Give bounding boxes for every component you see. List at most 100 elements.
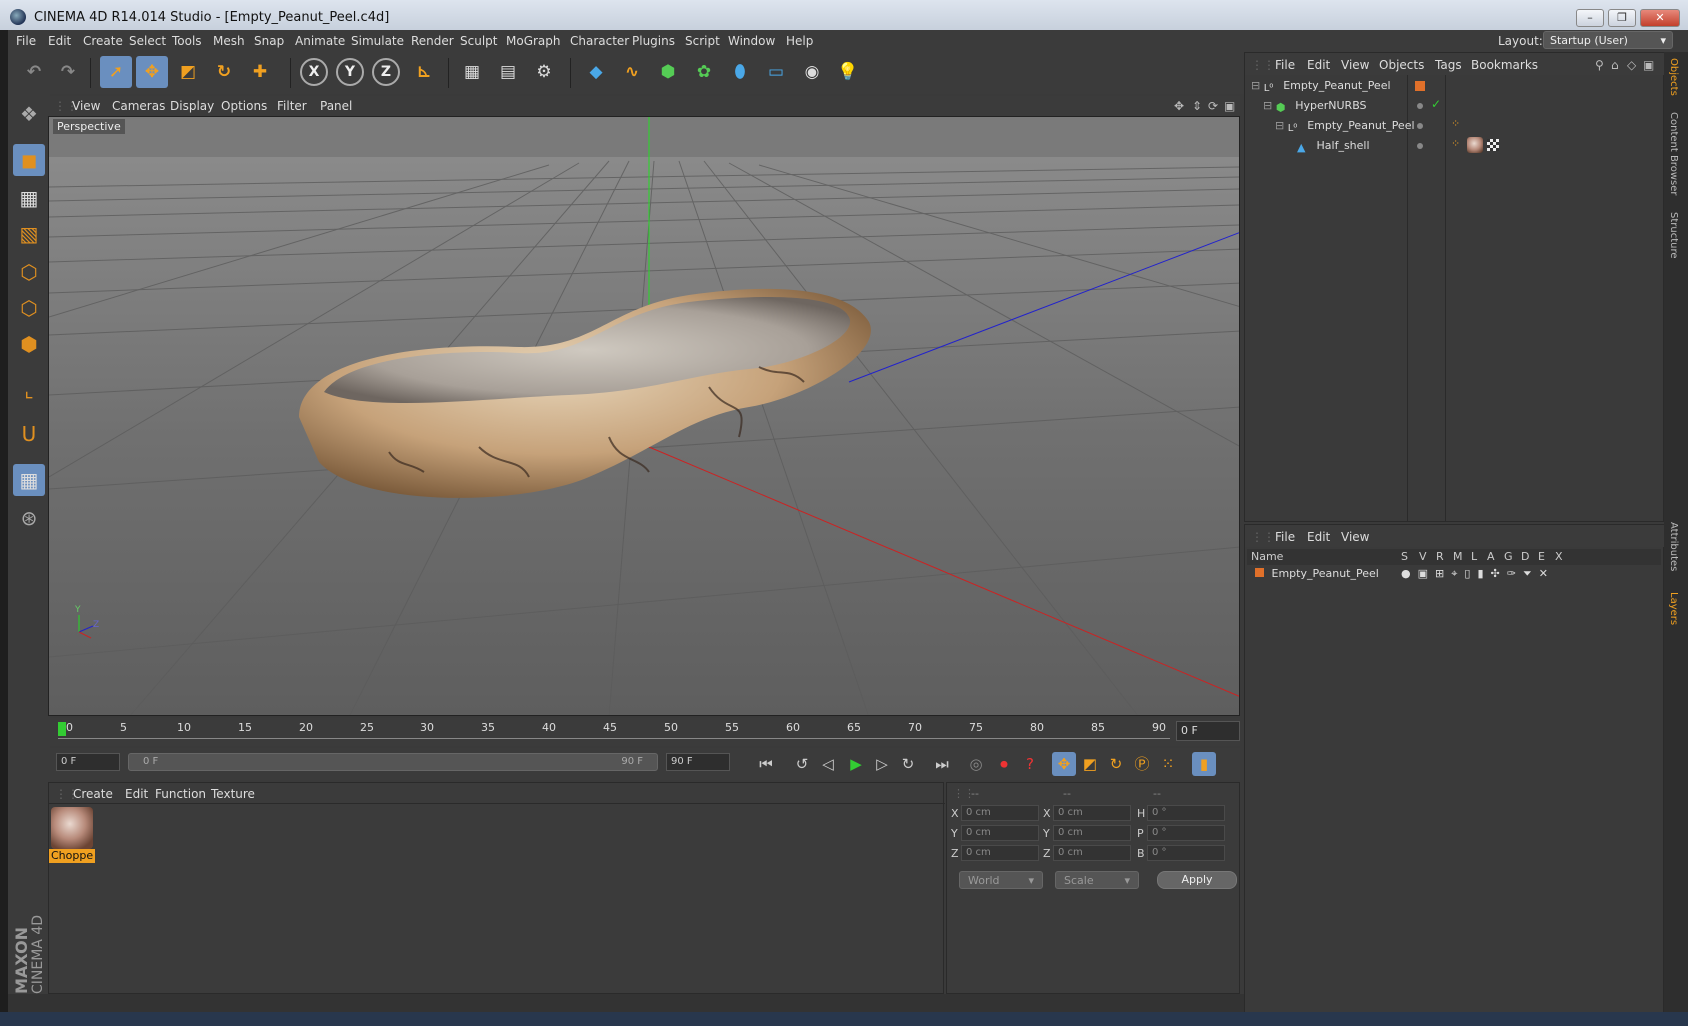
key-rotation-icon[interactable]: ↻ <box>1104 752 1128 776</box>
go-to-end-icon[interactable]: ⏭ <box>930 752 954 776</box>
expand-icon[interactable]: ⊟ <box>1251 79 1260 92</box>
layer-col-render[interactable]: R <box>1436 550 1444 563</box>
record-keys-icon[interactable]: ◎ <box>964 752 988 776</box>
planar-workplane-icon[interactable]: ⊛ <box>13 502 45 534</box>
layer-col-name[interactable]: Name <box>1251 550 1283 563</box>
object-row[interactable]: ⊟ ⬢ HyperNURBS <box>1263 99 1367 117</box>
material-tag-icon[interactable] <box>1467 137 1483 153</box>
viewport-maximize-icon[interactable]: ▣ <box>1224 99 1235 113</box>
polygons-mode-icon[interactable]: ⬢ <box>13 328 45 360</box>
redo-icon[interactable]: ↷ <box>52 56 84 88</box>
size-x-field[interactable]: 0 cm <box>1053 805 1131 821</box>
layer-tag-icon[interactable]: ⁘ <box>1451 117 1460 130</box>
undo-icon[interactable]: ↶ <box>18 56 50 88</box>
coordinate-system-icon[interactable]: ⊾ <box>408 56 440 88</box>
menu-animate[interactable]: Animate <box>295 34 345 48</box>
viewport-menu-cameras[interactable]: Cameras <box>112 99 165 113</box>
3d-viewport[interactable]: Perspective Y Z <box>48 116 1240 716</box>
timeline-window-icon[interactable]: ▮ <box>1192 752 1216 776</box>
recent-tool-icon[interactable]: ✚ <box>244 56 276 88</box>
viewport-menu-view[interactable]: View <box>72 99 100 113</box>
layer-row[interactable]: Empty_Peanut_Peel <box>1255 567 1379 585</box>
material-menu-create[interactable]: Create <box>73 787 113 801</box>
size-z-field[interactable]: 0 cm <box>1053 845 1131 861</box>
light-icon[interactable]: 💡 <box>832 56 864 88</box>
current-frame-field[interactable]: 0 F <box>1176 721 1240 741</box>
tab-attributes[interactable]: Attributes <box>1668 522 1679 571</box>
viewport-menu-display[interactable]: Display <box>170 99 214 113</box>
workplane-mode-icon[interactable]: ▧ <box>13 218 45 250</box>
menu-mesh[interactable]: Mesh <box>213 34 245 48</box>
move-tool-icon[interactable]: ✥ <box>136 56 168 88</box>
play-icon[interactable]: ▶ <box>844 752 868 776</box>
material-menu-edit[interactable]: Edit <box>125 787 148 801</box>
object-row[interactable]: ▲ Half_shell <box>1297 139 1370 157</box>
render-picture-viewer-icon[interactable]: ▤ <box>492 56 524 88</box>
size-y-field[interactable]: 0 cm <box>1053 825 1131 841</box>
key-parameter-icon[interactable]: Ⓟ <box>1130 752 1154 776</box>
position-z-field[interactable]: 0 cm <box>961 845 1039 861</box>
go-to-start-icon[interactable]: ⏮ <box>754 752 778 776</box>
tab-content-browser[interactable]: Content Browser <box>1668 112 1679 195</box>
viewport-move-icon[interactable]: ✥ <box>1174 99 1184 113</box>
restore-button[interactable]: ❐ <box>1608 9 1636 27</box>
viewport-menu-filter[interactable]: Filter <box>277 99 307 113</box>
layer-col-manager[interactable]: M <box>1453 550 1463 563</box>
object-row[interactable]: ⊟ L⁰ Empty_Peanut_Peel <box>1251 79 1391 97</box>
workplane-lock-icon[interactable]: ▦ <box>13 464 45 496</box>
live-selection-icon[interactable]: ➚ <box>100 56 132 88</box>
floor-scene-icon[interactable]: ▭ <box>760 56 792 88</box>
layer-col-expressions[interactable]: E <box>1538 550 1545 563</box>
texture-mode-icon[interactable]: ▦ <box>13 182 45 214</box>
close-button[interactable]: ✕ <box>1640 9 1680 27</box>
layer-col-animation[interactable]: A <box>1487 550 1495 563</box>
model-mode-icon[interactable]: ◼ <box>13 144 45 176</box>
material-thumbnail[interactable] <box>51 807 93 849</box>
menu-plugins[interactable]: Plugins <box>632 34 675 48</box>
expand-icon[interactable]: ⊟ <box>1275 119 1284 132</box>
menu-file[interactable]: File <box>16 34 36 48</box>
menu-sculpt[interactable]: Sculpt <box>460 34 497 48</box>
home-icon[interactable]: ⌂ <box>1611 58 1619 72</box>
key-point-level-icon[interactable]: ⁙ <box>1156 752 1180 776</box>
points-mode-icon[interactable]: ⬡ <box>13 256 45 288</box>
tab-objects[interactable]: Objects <box>1668 58 1679 96</box>
menu-script[interactable]: Script <box>685 34 720 48</box>
key-scale-icon[interactable]: ◩ <box>1078 752 1102 776</box>
menu-snap[interactable]: Snap <box>254 34 284 48</box>
x-axis-lock-icon[interactable]: X <box>300 58 328 86</box>
y-axis-lock-icon[interactable]: Y <box>336 58 364 86</box>
menu-select[interactable]: Select <box>129 34 166 48</box>
deformer-icon[interactable]: ⬮ <box>724 56 756 88</box>
position-x-field[interactable]: 0 cm <box>961 805 1039 821</box>
expand-icon[interactable]: ⊟ <box>1263 99 1272 112</box>
next-key-icon[interactable]: ↻ <box>896 752 920 776</box>
object-menu-bookmarks[interactable]: Bookmarks <box>1471 58 1538 72</box>
rotation-p-field[interactable]: 0 ° <box>1147 825 1225 841</box>
viewport-rotate-icon[interactable]: ⟳ <box>1208 99 1218 113</box>
layer-menu-edit[interactable]: Edit <box>1307 530 1330 544</box>
key-position-icon[interactable]: ✥ <box>1052 752 1076 776</box>
auto-keying-icon[interactable]: ⏺ <box>992 752 1016 776</box>
material-label[interactable]: Choppe <box>49 849 95 863</box>
array-icon[interactable]: ✿ <box>688 56 720 88</box>
layer-col-solo[interactable]: S <box>1401 550 1408 563</box>
menu-simulate[interactable]: Simulate <box>351 34 404 48</box>
layout-select[interactable]: Startup (User) ▾ <box>1543 31 1673 49</box>
layer-col-xref[interactable]: X <box>1555 550 1563 563</box>
previous-frame-icon[interactable]: ◁ <box>816 752 840 776</box>
menu-edit[interactable]: Edit <box>48 34 71 48</box>
object-menu-file[interactable]: File <box>1275 58 1295 72</box>
menu-character[interactable]: Character <box>570 34 629 48</box>
size-mode-select[interactable]: Scale ▾ <box>1055 871 1139 889</box>
object-menu-tags[interactable]: Tags <box>1435 58 1462 72</box>
edges-mode-icon[interactable]: ⬡ <box>13 292 45 324</box>
tab-structure[interactable]: Structure <box>1668 212 1679 259</box>
menu-help[interactable]: Help <box>786 34 813 48</box>
object-menu-edit[interactable]: Edit <box>1307 58 1330 72</box>
previous-key-icon[interactable]: ↺ <box>790 752 814 776</box>
z-axis-lock-icon[interactable]: Z <box>372 58 400 86</box>
coordinate-space-select[interactable]: World ▾ <box>959 871 1043 889</box>
viewport-menu-panel[interactable]: Panel <box>320 99 352 113</box>
search-icon[interactable]: ⚲ <box>1595 58 1604 72</box>
